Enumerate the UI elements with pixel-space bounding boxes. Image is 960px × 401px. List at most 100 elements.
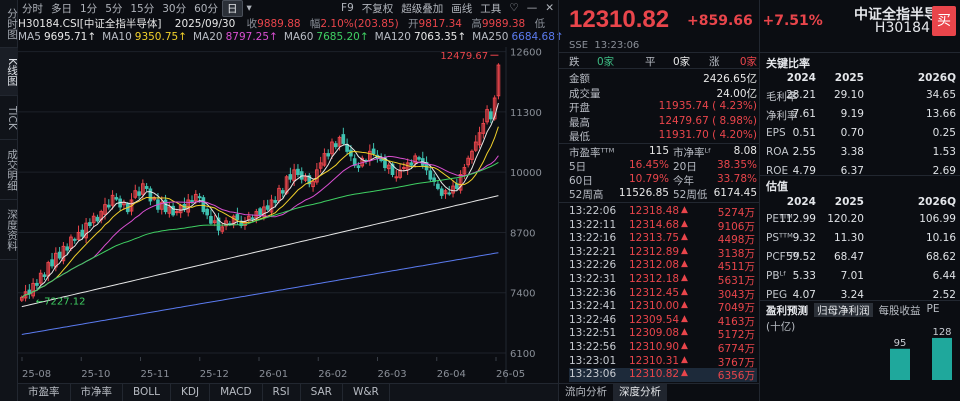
tick-time: 13:22:46 [569,313,617,326]
year-header: 2026Q [917,72,956,84]
candle-body [394,176,399,179]
tick-row[interactable]: 13:22:56 12310.90 ▲ 6774万 [569,341,757,355]
tick-price: 12318.48 [629,205,680,217]
period-tab-4[interactable]: 15分 [126,1,158,16]
indicator-tab-5[interactable]: RSI [263,384,301,401]
up-arrow-icon: ▲ [681,273,688,283]
ma250-line [21,252,499,335]
left-tab-1[interactable]: K线图 [0,48,18,96]
quote-row-label: 金额 [569,73,590,85]
left-tab-3[interactable]: 成交明细 [0,140,18,200]
return-row-2: 60日 10.79% 今年 33.78% [569,173,757,187]
left-tab-0[interactable]: 分时图 [0,0,18,48]
tick-price: 12312.45 [629,286,680,299]
candle-body [50,259,54,267]
period-tab-2[interactable]: 1分 [76,1,101,16]
tick-row[interactable]: 13:22:51 12309.08 ▲ 5172万 [569,327,757,341]
tick-row[interactable]: 13:22:46 12309.54 ▲ 4163万 [569,314,757,328]
metric-value: 3.38 [840,146,864,158]
metric-value: 2.55 [792,146,816,158]
period-tab-1[interactable]: 多日 [47,1,76,16]
quote-time: 13:23:06 [594,40,640,51]
tick-row[interactable]: 13:22:06 12318.48 ▲ 5274万 [569,205,757,219]
ma-value: 7685.20↑ [316,31,369,43]
tick-row[interactable]: 13:22:31 12312.18 ▲ 5631万 [569,273,757,287]
y-tick-label: 7400 [510,289,535,300]
metric-value: 9.32 [792,232,816,244]
period-tab-0[interactable]: 分时 [18,1,47,16]
quote-row: 开盘 11935.74 ( 4.23%) [569,100,757,114]
tick-price: 12312.89 [629,245,680,258]
up-count: 0家 [739,56,757,68]
tick-row[interactable]: 13:22:36 12312.45 ▲ 3043万 [569,287,757,301]
period-tab-3[interactable]: 5分 [101,1,126,16]
quote-row-label: 最高 [569,116,590,129]
metric-value: 7.61 [792,108,816,120]
tick-row[interactable]: 13:22:21 12312.89 ▲ 3138万 [569,246,757,260]
metric-name: EPS [766,127,786,139]
candle-body [35,282,39,286]
tick-price: 12309.54 [629,313,680,326]
toolbar-minimize[interactable]: — [523,2,542,14]
tick-row[interactable]: 13:22:26 12312.08 ▲ 4511万 [569,259,757,273]
x-tick-label: 25-11 [141,369,170,380]
quote-row-value: 2426.65亿 [703,73,757,85]
x-tick-label: 26-02 [318,369,347,380]
quote-row: 最低 11931.70 ( 4.20%) [569,129,757,143]
left-tab-2[interactable]: TICK [0,96,18,140]
low-annotation: ←7227.12 [36,297,86,308]
buy-button[interactable]: 买 [932,6,956,36]
w52low-label: 52周低 [673,189,708,201]
toolbar-close[interactable]: ✕ [541,2,558,14]
tick-row[interactable]: 13:23:06 12310.82 ▲ 6356万 [569,368,757,382]
tick-row[interactable]: 13:22:41 12310.00 ▲ 7049万 [569,300,757,314]
candle-body [436,183,440,189]
period-tab-6[interactable]: 60分 [190,1,222,16]
ret20-label: 20日 [673,161,697,173]
candle-body [409,162,414,166]
tick-row[interactable]: 13:22:11 12314.68 ▲ 9106万 [569,219,757,233]
period-tab-7[interactable]: 日 [222,0,243,17]
forecast-tab-2[interactable]: 每股收益 [879,303,921,317]
candle-body [439,188,444,196]
candle-body [454,183,459,189]
period-tab-5[interactable]: 30分 [158,1,190,16]
tick-row[interactable]: 13:23:01 12310.31 ▲ 3767万 [569,355,757,369]
indicator-tab-3[interactable]: KDJ [171,384,211,401]
left-tab-strip: 分时图 K线图 TICK 成交明细 深度资料 [0,0,18,401]
analysis-tab-0[interactable]: 流向分析 [559,384,613,401]
ytd-value: 33.78% [716,173,757,185]
analysis-tab-1[interactable]: 深度分析 [613,384,667,401]
forecast-tab-1[interactable]: 归母净利润 [814,303,873,317]
left-tab-4[interactable]: 深度资料 [0,200,18,260]
forecast-tab-3[interactable]: PE [927,303,940,317]
indicator-tab-6[interactable]: SAR [301,384,343,401]
ma-legend-item: MA60 7685.20↑ [284,31,369,43]
analysis-tabs: 流向分析 深度分析 [559,383,759,401]
indicator-tab-7[interactable]: W&R [343,384,390,401]
toolbar-fq[interactable]: 不复权 [358,1,398,16]
toolbar-f9[interactable]: F9 [337,2,358,14]
forecast-bar-label: 128 [932,327,951,338]
down-count: 0家 [597,56,615,68]
toolbar-heart[interactable]: ♡ [505,2,522,14]
indicator-tab-1[interactable]: 市净率 [71,384,123,401]
ma60-line [21,161,499,298]
tick-row[interactable]: 13:22:16 12313.75 ▲ 4498万 [569,232,757,246]
forecast-tab-0[interactable]: 盈利预测 [766,303,808,317]
breadth-row: 跌 0家 平 0家 涨 0家 [569,54,757,68]
change-value: +859.66 [687,13,753,29]
toolbar-tools[interactable]: 工具 [476,1,505,16]
metric-value: 6.44 [932,270,956,282]
indicator-tab-2[interactable]: BOLL [123,384,171,401]
tick-volume: 6356万 [717,370,755,383]
toolbar-overlay[interactable]: 超级叠加 [397,1,447,16]
indicator-tab-0[interactable]: 市盈率 [18,384,71,401]
indicator-tab-4[interactable]: MACD [210,384,263,401]
metric-value: 120.20 [827,213,864,225]
table-row: EPS 0.51 0.70 0.25 [766,127,956,143]
kline-chart[interactable]: 12600 11300 10000 8700 7400 6100 12479.67 ←7227… [18,47,558,383]
toolbar-draw[interactable]: 画线 [447,1,476,16]
tick-price: 12312.08 [629,259,680,272]
period-dropdown[interactable]: ▾ [243,2,256,14]
